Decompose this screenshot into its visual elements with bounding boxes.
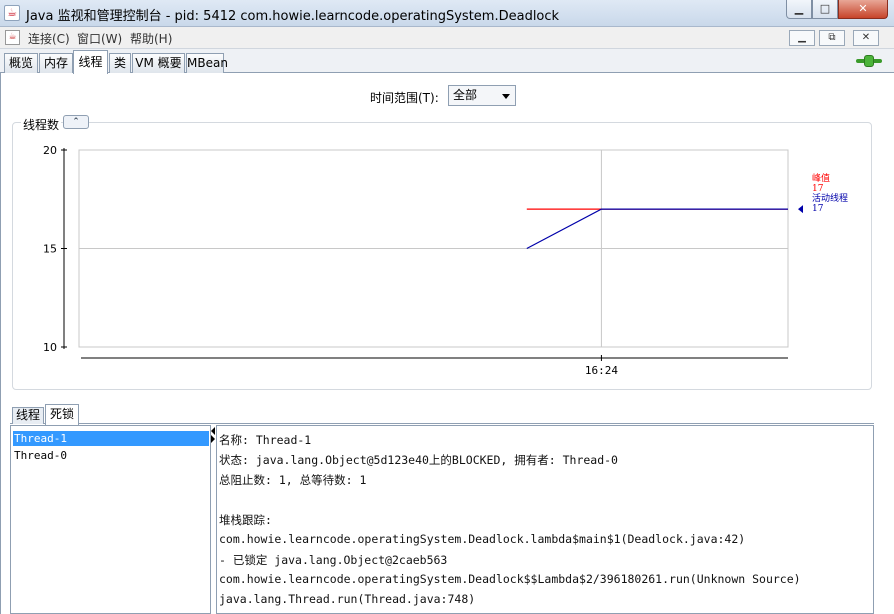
thread-count-chart: 10152016:24峰值17活动线程17 bbox=[43, 144, 848, 377]
tab-classes[interactable]: 类 bbox=[109, 53, 131, 73]
current-value-marker bbox=[798, 205, 803, 214]
thread-detail-text: 名称: Thread-1 状态: java.lang.Object@5d123e… bbox=[216, 425, 874, 614]
menu-help[interactable]: 帮助(H) bbox=[130, 30, 172, 47]
list-item[interactable]: Thread-0 bbox=[13, 448, 209, 463]
java-app-icon: ☕ bbox=[4, 5, 20, 21]
title-bar: ☕ Java 监视和管理控制台 - pid: 5412 com.howie.le… bbox=[0, 0, 894, 27]
inner-close-button[interactable]: ✕ bbox=[853, 30, 879, 46]
legend-live-value: 17 bbox=[812, 204, 824, 214]
time-range-select[interactable]: 全部 bbox=[448, 85, 516, 106]
split-right-arrow-icon[interactable] bbox=[211, 435, 215, 443]
time-range-value: 全部 bbox=[453, 88, 478, 102]
detail-line: 堆栈跟踪: bbox=[219, 513, 272, 527]
threads-content: 时间范围(T): 全部 线程数 ⌃ 10 15 20 16:24 峰值 17 活动线程 17 … bbox=[0, 73, 894, 614]
deadlock-thread-list: Thread-1 Thread-0 bbox=[10, 425, 211, 614]
connection-status-icon[interactable] bbox=[856, 55, 882, 67]
legend-live-label: 活动线程 bbox=[812, 192, 848, 204]
inner-minimize-button[interactable]: ▁ bbox=[789, 30, 815, 46]
time-range-label: 时间范围(T): bbox=[370, 91, 439, 105]
list-item[interactable]: Thread-1 bbox=[13, 431, 209, 446]
detail-line: - 已锁定 java.lang.Object@2caeb563 bbox=[219, 553, 448, 567]
y-tick-label: 20 bbox=[43, 144, 57, 157]
detail-line: com.howie.learncode.operatingSystem.Dead… bbox=[219, 532, 746, 546]
legend-peak-label: 峰值 bbox=[812, 172, 830, 184]
detail-line: 状态: java.lang.Object@5d123e40上的BLOCKED, … bbox=[219, 453, 618, 467]
tab-threads[interactable]: 线程 bbox=[73, 50, 108, 74]
legend-peak-value: 17 bbox=[812, 184, 824, 194]
window-maximize-button[interactable]: □ bbox=[812, 0, 838, 19]
y-tick-label: 10 bbox=[43, 341, 57, 354]
menu-bar: ☕ 连接(C) 窗口(W) 帮助(H) ▁ ⧉ ✕ bbox=[0, 27, 894, 49]
x-tick-label: 16:24 bbox=[585, 364, 618, 377]
split-left-arrow-icon[interactable] bbox=[211, 427, 215, 435]
detail-line: java.lang.Thread.run(Thread.java:748) bbox=[219, 592, 476, 606]
window-title: Java 监视和管理控制台 - pid: 5412 com.howie.lear… bbox=[26, 9, 560, 24]
main-tab-bar: 概览 内存 线程 类 VM 概要 MBean bbox=[0, 49, 894, 74]
detail-line: 总阻止数: 1, 总等待数: 1 bbox=[219, 473, 367, 487]
y-tick-label: 15 bbox=[43, 243, 57, 256]
detail-line: 名称: Thread-1 bbox=[219, 433, 312, 447]
menu-window[interactable]: 窗口(W) bbox=[77, 30, 122, 47]
inner-restore-button[interactable]: ⧉ bbox=[819, 30, 845, 46]
tab-thread-list[interactable]: 线程 bbox=[12, 407, 44, 424]
tab-vm-summary[interactable]: VM 概要 bbox=[132, 53, 185, 73]
tab-memory[interactable]: 内存 bbox=[39, 53, 73, 73]
collapse-button[interactable]: ⌃ bbox=[63, 115, 89, 129]
detail-line: com.howie.learncode.operatingSystem.Dead… bbox=[219, 572, 801, 586]
lower-tab-bar: 线程 死锁 bbox=[10, 404, 874, 425]
tab-deadlock[interactable]: 死锁 bbox=[45, 404, 79, 425]
menu-connect[interactable]: 连接(C) bbox=[28, 30, 70, 47]
java-cup-icon: ☕ bbox=[5, 30, 20, 45]
window-minimize-button[interactable]: ▁ bbox=[786, 0, 812, 19]
dropdown-arrow-icon bbox=[502, 94, 510, 99]
tab-overview[interactable]: 概览 bbox=[4, 53, 38, 73]
tab-mbean[interactable]: MBean bbox=[186, 53, 228, 73]
window-close-button[interactable]: ✕ bbox=[838, 0, 888, 19]
